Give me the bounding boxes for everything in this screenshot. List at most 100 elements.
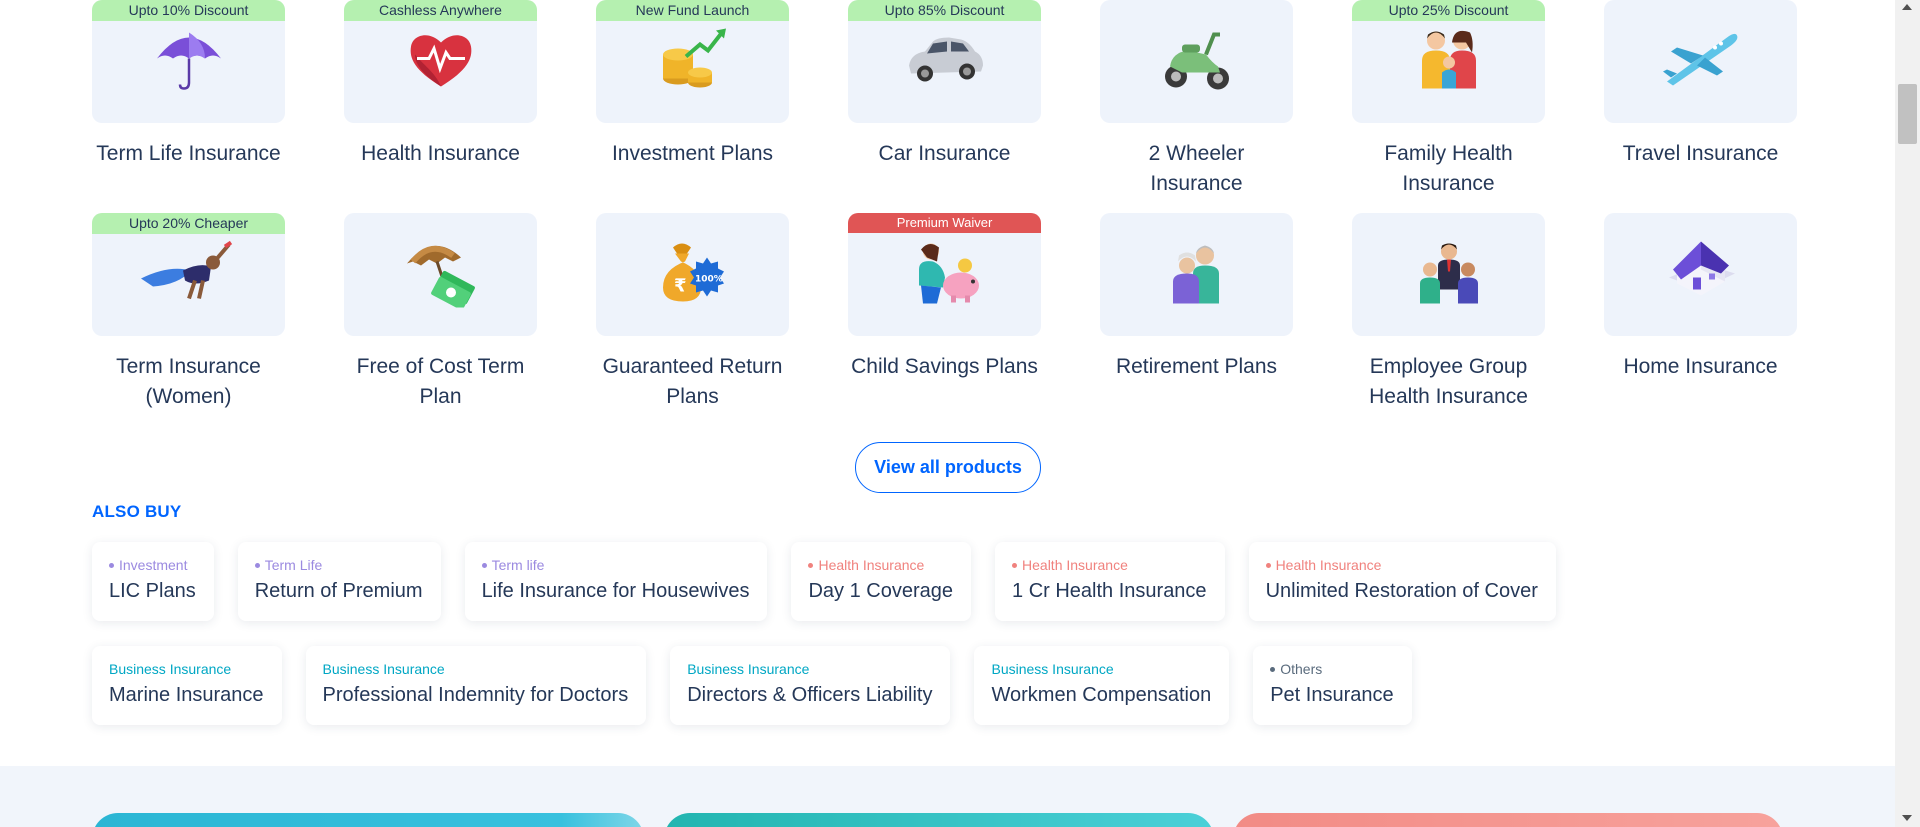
chip-title[interactable]: Directors & Officers Liability	[687, 680, 932, 710]
also-buy-chip[interactable]: Business Insurance Workmen Compensation	[974, 646, 1230, 725]
also-buy-chip[interactable]: Term life Life Insurance for Housewives	[464, 542, 768, 621]
chip-title[interactable]: Day 1 Coverage	[808, 576, 953, 606]
chip-category-label: Business Insurance	[991, 661, 1114, 677]
chip-title[interactable]: Return of Premium	[255, 576, 423, 606]
product-name[interactable]: Term Insurance (Women)	[92, 352, 285, 412]
product-card[interactable]: Home Insurance	[1604, 213, 1797, 412]
also-buy-chip[interactable]: Health Insurance Day 1 Coverage	[791, 542, 972, 621]
product-name[interactable]: Travel Insurance	[1604, 139, 1797, 169]
also-buy-chip[interactable]: Health Insurance Unlimited Restoration of…	[1248, 542, 1556, 621]
also-buy-heading: ALSO BUY	[92, 502, 182, 521]
product-image-tile[interactable]	[1604, 213, 1797, 336]
scroll-up-arrow-icon[interactable]	[1902, 4, 1912, 10]
chip-category: Health Insurance	[808, 556, 953, 574]
product-image-tile[interactable]: Cashless Anywhere	[344, 0, 537, 123]
also-buy-chip[interactable]: Health Insurance 1 Cr Health Insurance	[995, 542, 1225, 621]
chip-title[interactable]: Pet Insurance	[1270, 680, 1393, 710]
chip-title[interactable]: Workmen Compensation	[991, 680, 1211, 710]
product-image-tile[interactable]	[1352, 213, 1545, 336]
product-image-tile[interactable]: Upto 85% Discount	[848, 0, 1041, 123]
chip-category: Health Insurance	[1012, 556, 1207, 574]
also-buy-chip[interactable]: Investment LIC Plans	[92, 542, 214, 621]
chip-category-label: Business Insurance	[109, 661, 232, 677]
product-name[interactable]: 2 Wheeler Insurance	[1100, 139, 1293, 199]
umbrella-icon	[153, 27, 225, 98]
also-buy-chip[interactable]: Business Insurance Professional Indemnity…	[305, 646, 647, 725]
product-name[interactable]: Guaranteed Return Plans	[596, 352, 789, 412]
product-card[interactable]: Retirement Plans	[1100, 213, 1293, 412]
banner-card-2[interactable]	[664, 813, 1214, 827]
chip-category-label: Term Life	[264, 557, 323, 573]
product-name[interactable]: Term Life Insurance	[92, 139, 285, 169]
product-card[interactable]: Upto 10% Discount Term Life Insurance	[92, 0, 285, 213]
scroll-down-arrow-icon[interactable]	[1902, 815, 1912, 821]
product-badge: Upto 25% Discount	[1352, 0, 1545, 21]
product-image-tile[interactable]	[1604, 0, 1797, 123]
svg-text:₹: ₹	[674, 276, 687, 297]
chip-title[interactable]: Professional Indemnity for Doctors	[323, 680, 629, 710]
product-image-tile[interactable]: Premium Waiver	[848, 213, 1041, 336]
product-image-tile[interactable]	[1100, 0, 1293, 123]
chip-title[interactable]: LIC Plans	[109, 576, 196, 606]
product-card[interactable]: Upto 25% Discount Family Health Insurance	[1352, 0, 1545, 213]
chip-category-label: Health Insurance	[818, 557, 925, 573]
chip-title[interactable]: Life Insurance for Housewives	[482, 576, 750, 606]
chip-category-label: Others	[1280, 661, 1323, 677]
product-badge: Premium Waiver	[848, 213, 1041, 233]
product-card[interactable]: Cashless Anywhere Health Insurance	[344, 0, 537, 213]
chip-category: Business Insurance	[991, 660, 1211, 678]
product-image-tile[interactable]: Upto 10% Discount	[92, 0, 285, 123]
heart-pulse-icon	[405, 29, 477, 96]
product-card[interactable]: 2 Wheeler Insurance	[1100, 0, 1293, 213]
view-all-products-button[interactable]: View all products	[855, 442, 1041, 493]
chip-category: Term life	[481, 556, 750, 574]
product-image-tile[interactable]	[344, 213, 537, 336]
chip-category: Term Life	[254, 556, 423, 574]
chip-category-label: Term life	[491, 557, 545, 573]
also-buy-chip[interactable]: Term Life Return of Premium	[237, 542, 441, 621]
product-name[interactable]: Family Health Insurance	[1352, 139, 1545, 199]
product-card[interactable]: Upto 20% Cheaper Term Insurance (Women)	[92, 213, 285, 412]
product-image-tile[interactable]: New Fund Launch	[596, 0, 789, 123]
also-buy-chip[interactable]: Business Insurance Marine Insurance	[92, 646, 282, 725]
chip-category: Business Insurance	[109, 660, 264, 678]
product-name[interactable]: Retirement Plans	[1100, 352, 1293, 382]
product-card[interactable]: Premium Waiver Child Savings Plans	[848, 213, 1041, 412]
product-image-tile[interactable]: Upto 20% Cheaper	[92, 213, 285, 336]
product-name[interactable]: Car Insurance	[848, 139, 1041, 169]
banner-card-3[interactable]	[1233, 813, 1783, 827]
product-card[interactable]: Upto 85% Discount Car Insurance	[848, 0, 1041, 213]
banner-card-1[interactable]	[92, 813, 644, 827]
also-buy-chip[interactable]: Others Pet Insurance	[1253, 646, 1412, 725]
product-name[interactable]: Child Savings Plans	[848, 352, 1041, 382]
page: Upto 10% Discount Term Life Insurance Cash…	[0, 0, 1895, 827]
product-name[interactable]: Free of Cost Term Plan	[344, 352, 537, 412]
product-card[interactable]: New Fund Launch Investment Plans	[596, 0, 789, 213]
product-card[interactable]: Employee Group Health Insurance	[1352, 213, 1545, 412]
product-name[interactable]: Home Insurance	[1604, 352, 1797, 382]
also-buy-row-1: Investment LIC Plans Term Life Return of Pr…	[92, 542, 1692, 621]
chip-category: Business Insurance	[687, 660, 932, 678]
product-name[interactable]: Employee Group Health Insurance	[1352, 352, 1545, 412]
product-image-tile[interactable]: ₹100%	[596, 213, 789, 336]
product-card[interactable]: Free of Cost Term Plan	[344, 213, 537, 412]
product-badge: Upto 10% Discount	[92, 0, 285, 21]
also-buy-chip[interactable]: Business Insurance Directors & Officers L…	[670, 646, 951, 725]
chip-category: Investment	[109, 556, 196, 574]
category-dot-icon	[1270, 666, 1276, 672]
chip-title[interactable]: Marine Insurance	[109, 680, 264, 710]
also-buy-row-2: Business Insurance Marine Insurance Busine…	[92, 646, 1692, 725]
product-name[interactable]: Investment Plans	[596, 139, 789, 169]
product-image-tile[interactable]	[1100, 213, 1293, 336]
umbrella-cash-icon	[403, 238, 479, 313]
product-card[interactable]: Travel Insurance	[1604, 0, 1797, 213]
product-image-tile[interactable]: Upto 25% Discount	[1352, 0, 1545, 123]
vertical-scrollbar[interactable]	[1895, 0, 1920, 827]
chip-title[interactable]: 1 Cr Health Insurance	[1012, 576, 1207, 606]
product-card[interactable]: ₹100% Guaranteed Return Plans	[596, 213, 789, 412]
scrollbar-thumb[interactable]	[1898, 84, 1917, 144]
chip-title[interactable]: Unlimited Restoration of Cover	[1266, 576, 1538, 606]
product-name[interactable]: Health Insurance	[344, 139, 537, 169]
elderly-couple-icon	[1165, 240, 1229, 311]
category-dot-icon	[1265, 562, 1271, 568]
